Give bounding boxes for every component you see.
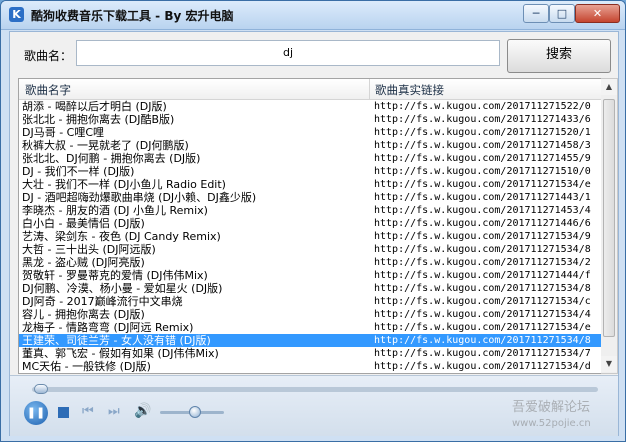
previous-track-icon[interactable]: ⏮ [82, 404, 94, 419]
song-link-cell: http://fs.w.kugou.com/201711271534/8 [374, 244, 591, 255]
seek-knob[interactable] [34, 384, 48, 394]
song-name-cell: 白小白 - 最美情侣 (DJ版) [22, 217, 145, 230]
table-row[interactable]: 大哲 - 三十出头 (DJ阿远版) http://fs.w.kugou.com/2… [19, 243, 601, 256]
song-link-cell: http://fs.w.kugou.com/201711271510/0 [374, 166, 591, 177]
table-row[interactable]: 艺涛、梁剑东 - 夜色 (DJ Candy Remix) http://fs.w.… [19, 230, 601, 243]
minimize-button[interactable]: ─ [523, 4, 549, 23]
maximize-button[interactable]: □ [549, 4, 575, 23]
next-track-icon[interactable]: ⏭ [108, 404, 120, 419]
song-link-cell: http://fs.w.kugou.com/201711271458/3 [374, 140, 591, 151]
window-title: 酷狗收费音乐下载工具 - By 宏升电脑 [31, 9, 234, 23]
song-name-cell: 大哲 - 三十出头 (DJ阿远版) [22, 243, 156, 256]
song-link-cell: http://fs.w.kugou.com/201711271433/6 [374, 114, 591, 125]
seek-bar[interactable] [32, 384, 598, 394]
song-link-cell: http://fs.w.kugou.com/201711271443/1 [374, 192, 591, 203]
song-name-cell: DJ阿奇 - 2017巅峰流行中文串烧 [22, 295, 183, 308]
watermark-url: www.52pojie.cn [512, 418, 591, 429]
stop-button[interactable] [58, 407, 69, 418]
song-name-label: 歌曲名： [24, 49, 73, 63]
song-name-cell: 胡添 - 喝醉以后才明白 (DJ版) [22, 100, 167, 113]
table-row[interactable]: 李晓杰 - 朋友的酒 (DJ 小鱼儿 Remix) http://fs.w.kug… [19, 204, 601, 217]
song-name-cell: DJ何鹏、冷漠、杨小曼 - 爱如星火 (DJ版) [22, 282, 223, 295]
song-name-cell: 容儿 - 拥抱你离去 (DJ版) [22, 308, 145, 321]
song-link-cell: http://fs.w.kugou.com/201711271534/d [374, 361, 591, 372]
column-divider[interactable] [369, 79, 370, 99]
table-row[interactable]: DJ阿奇 - 2017巅峰流行中文串烧 http://fs.w.kugou.com… [19, 295, 601, 308]
list-rows: 胡添 - 喝醉以后才明白 (DJ版) http://fs.w.kugou.com/… [19, 100, 601, 373]
pause-button[interactable]: ❚❚ [24, 401, 48, 425]
song-link-cell: http://fs.w.kugou.com/201711271534/8 [374, 283, 591, 294]
song-link-cell: http://fs.w.kugou.com/201711271534/8 [374, 335, 591, 346]
song-name-cell: 艺涛、梁剑东 - 夜色 (DJ Candy Remix) [22, 230, 221, 243]
table-row[interactable]: DJ - 我们不一样 (DJ版) http://fs.w.kugou.com/20… [19, 165, 601, 178]
column-header-real-link[interactable]: 歌曲真实链接 [375, 82, 444, 98]
table-row[interactable]: 张北北 - 拥抱你离去 (DJ酷B版) http://fs.w.kugou.com… [19, 113, 601, 126]
song-name-cell: MC天佑 - 一般铁修 (DJ版) [22, 360, 151, 373]
table-row[interactable]: 黑龙 - 盗心贼 (DJ阿亮版) http://fs.w.kugou.com/20… [19, 256, 601, 269]
song-name-cell: 张北北 - 拥抱你离去 (DJ酷B版) [22, 113, 175, 126]
table-row[interactable]: DJ马哥 - C哩C哩 http://fs.w.kugou.com/2017112… [19, 126, 601, 139]
title-bar[interactable]: K 酷狗收费音乐下载工具 - By 宏升电脑 ─ □ ✕ [1, 1, 625, 30]
list-header: 歌曲名字 歌曲真实链接 [19, 79, 601, 100]
song-link-cell: http://fs.w.kugou.com/201711271444/f [374, 270, 591, 281]
song-name-cell: 贺敬轩 - 罗曼蒂克的爱情 (DJ伟伟Mix) [22, 269, 208, 282]
scroll-up-arrow-icon[interactable]: ▲ [601, 79, 617, 95]
table-row[interactable]: 董真、郭飞宏 - 假如有如果 (DJ伟伟Mix) http://fs.w.kugo… [19, 347, 601, 360]
song-name-cell: DJ - 酒吧超嗨劲爆歌曲串烧 (DJ小赖、DJ鑫少版) [22, 191, 257, 204]
song-name-cell: 龙梅子 - 情路弯弯 (DJ阿远 Remix) [22, 321, 194, 334]
song-name-cell: 张北北、DJ何鹏 - 拥抱你离去 (DJ版) [22, 152, 201, 165]
table-row[interactable]: 白小白 - 最美情侣 (DJ版) http://fs.w.kugou.com/20… [19, 217, 601, 230]
song-link-cell: http://fs.w.kugou.com/201711271534/c [374, 296, 591, 307]
table-row[interactable]: DJ - 酒吧超嗨劲爆歌曲串烧 (DJ小赖、DJ鑫少版) http://fs.w.… [19, 191, 601, 204]
volume-slider[interactable] [160, 406, 224, 418]
song-name-cell: 黑龙 - 盗心贼 (DJ阿亮版) [22, 256, 145, 269]
table-row[interactable]: 张北北、DJ何鹏 - 拥抱你离去 (DJ版) http://fs.w.kugou.… [19, 152, 601, 165]
song-name-cell: 大壮 - 我们不一样 (DJ小鱼儿 Radio Edit) [22, 178, 226, 191]
table-row[interactable]: 贺敬轩 - 罗曼蒂克的爱情 (DJ伟伟Mix) http://fs.w.kugou… [19, 269, 601, 282]
song-name-cell: 李晓杰 - 朋友的酒 (DJ 小鱼儿 Remix) [22, 204, 208, 217]
table-row[interactable]: 王建荣、司徒兰芳 - 女人没有错 (DJ版) http://fs.w.kugou.… [19, 334, 601, 347]
table-row[interactable]: 秋裤大叔 - 一晃就老了 (DJ何鹏版) http://fs.w.kugou.co… [19, 139, 601, 152]
song-list: 歌曲名字 歌曲真实链接 胡添 - 喝醉以后才明白 (DJ版) http://fs.… [18, 78, 602, 374]
song-link-cell: http://fs.w.kugou.com/201711271534/e [374, 179, 591, 190]
table-row[interactable]: 容儿 - 拥抱你离去 (DJ版) http://fs.w.kugou.com/20… [19, 308, 601, 321]
watermark-text: 吾爱破解论坛 [512, 400, 591, 415]
volume-knob[interactable] [189, 406, 202, 418]
song-link-cell: http://fs.w.kugou.com/201711271534/e [374, 322, 591, 333]
table-row[interactable]: 胡添 - 喝醉以后才明白 (DJ版) http://fs.w.kugou.com/… [19, 100, 601, 113]
song-name-cell: 秋裤大叔 - 一晃就老了 (DJ何鹏版) [22, 139, 189, 152]
song-link-cell: http://fs.w.kugou.com/201711271534/2 [374, 257, 591, 268]
song-link-cell: http://fs.w.kugou.com/201711271520/1 [374, 127, 591, 138]
close-button[interactable]: ✕ [575, 4, 620, 23]
scroll-down-arrow-icon[interactable]: ▼ [601, 356, 617, 372]
song-name-cell: DJ马哥 - C哩C哩 [22, 126, 105, 139]
search-input[interactable]: dj [76, 40, 500, 66]
scroll-thumb[interactable] [603, 99, 615, 337]
search-button[interactable]: 搜索 [507, 39, 611, 73]
song-name-cell: DJ - 我们不一样 (DJ版) [22, 165, 135, 178]
vertical-scrollbar[interactable]: ▲ ▼ [601, 78, 618, 374]
table-row[interactable]: 龙梅子 - 情路弯弯 (DJ阿远 Remix) http://fs.w.kugou… [19, 321, 601, 334]
song-link-cell: http://fs.w.kugou.com/201711271522/0 [374, 101, 591, 112]
app-icon: K [9, 7, 24, 22]
table-row[interactable]: DJ何鹏、冷漠、杨小曼 - 爱如星火 (DJ版) http://fs.w.kugo… [19, 282, 601, 295]
song-link-cell: http://fs.w.kugou.com/201711271534/9 [374, 231, 591, 242]
song-link-cell: http://fs.w.kugou.com/201711271453/4 [374, 205, 591, 216]
song-link-cell: http://fs.w.kugou.com/201711271534/4 [374, 309, 591, 320]
table-row[interactable]: MC天佑 - 一般铁修 (DJ版) http://fs.w.kugou.com/2… [19, 360, 601, 373]
volume-icon[interactable]: 🔊 [134, 403, 151, 419]
song-link-cell: http://fs.w.kugou.com/201711271534/7 [374, 348, 591, 359]
client-area: 歌曲名： dj 搜索 歌曲名字 歌曲真实链接 胡添 - 喝醉以后才明白 (DJ版… [9, 31, 619, 436]
song-name-cell: 王建荣、司徒兰芳 - 女人没有错 (DJ版) [22, 334, 211, 347]
app-window: K 酷狗收费音乐下载工具 - By 宏升电脑 ─ □ ✕ 歌曲名： dj 搜索 … [0, 0, 626, 442]
song-name-cell: 董真、郭飞宏 - 假如有如果 (DJ伟伟Mix) [22, 347, 219, 360]
column-header-song-name[interactable]: 歌曲名字 [25, 82, 71, 98]
song-link-cell: http://fs.w.kugou.com/201711271455/9 [374, 153, 591, 164]
watermark: 吾爱破解论坛 www.52pojie.cn [512, 400, 591, 432]
table-row[interactable]: 大壮 - 我们不一样 (DJ小鱼儿 Radio Edit) http://fs.w… [19, 178, 601, 191]
song-link-cell: http://fs.w.kugou.com/201711271446/6 [374, 218, 591, 229]
